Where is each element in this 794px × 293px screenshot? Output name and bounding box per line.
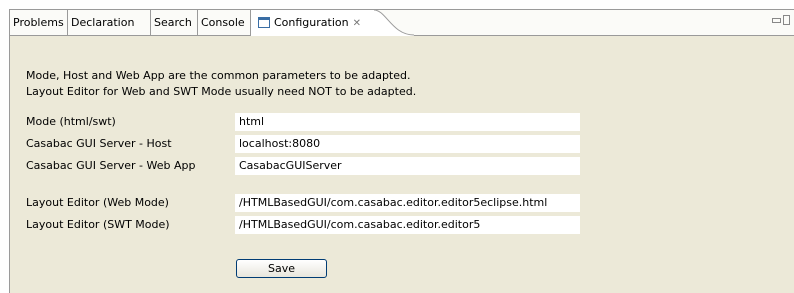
tab-label: Declaration — [71, 16, 135, 29]
tab-search[interactable]: Search — [151, 10, 198, 35]
tab-problems[interactable]: Problems — [10, 10, 68, 35]
tab-bar: Problems Declaration Search Console Conf… — [10, 10, 794, 36]
intro-line-1: Mode, Host and Web App are the common pa… — [26, 69, 411, 82]
mode-input[interactable] — [235, 113, 580, 131]
form-panel: Mode, Host and Web App are the common pa… — [10, 36, 794, 293]
mode-label: Mode (html/swt) — [26, 115, 116, 128]
window-controls — [772, 13, 790, 26]
tab-label: Search — [154, 16, 192, 29]
swt-editor-input[interactable] — [235, 216, 580, 234]
tab-label: Configuration — [274, 16, 349, 29]
web-editor-input[interactable] — [235, 194, 580, 212]
tab-curve-decoration — [374, 10, 414, 36]
maximize-icon[interactable] — [783, 15, 790, 25]
webapp-label: Casabac GUI Server - Web App — [26, 159, 196, 172]
tab-console[interactable]: Console — [198, 10, 251, 35]
host-input[interactable] — [235, 135, 580, 153]
view-icon — [258, 17, 270, 28]
tab-configuration[interactable]: Configuration ✕ — [251, 10, 375, 36]
configuration-view: Problems Declaration Search Console Conf… — [9, 9, 794, 293]
tab-declaration[interactable]: Declaration — [68, 10, 151, 35]
save-button[interactable]: Save — [236, 259, 327, 278]
intro-text: Mode, Host and Web App are the common pa… — [26, 68, 416, 100]
close-icon[interactable]: ✕ — [353, 18, 361, 29]
minimize-icon[interactable] — [772, 17, 781, 23]
swt-editor-label: Layout Editor (SWT Mode) — [26, 218, 170, 231]
host-label: Casabac GUI Server - Host — [26, 137, 172, 150]
tab-label: Problems — [13, 16, 64, 29]
webapp-input[interactable] — [235, 157, 580, 175]
intro-line-2: Layout Editor for Web and SWT Mode usual… — [26, 85, 417, 98]
tab-label: Console — [201, 16, 245, 29]
web-editor-label: Layout Editor (Web Mode) — [26, 196, 169, 209]
